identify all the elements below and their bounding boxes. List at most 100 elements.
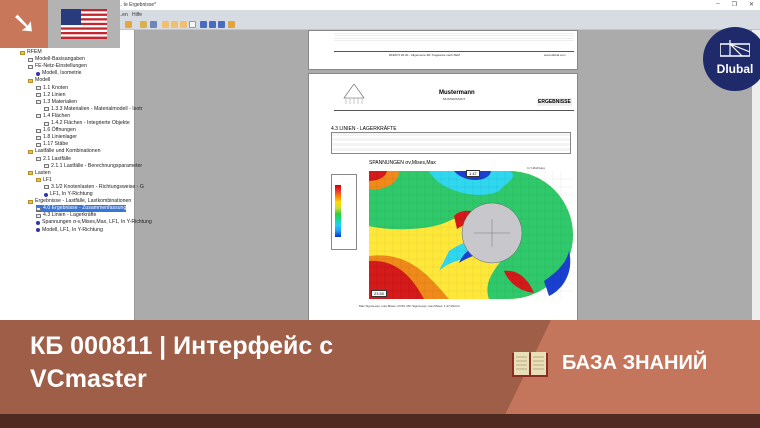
- book-icon: [512, 352, 548, 377]
- tree-item[interactable]: 1.8 Linienlager: [36, 134, 77, 141]
- min-value-label: 23.50: [371, 290, 388, 297]
- category-label: БАЗА ЗНАНИЙ: [562, 352, 708, 374]
- folder-icon: [28, 149, 33, 154]
- company-name: Mustermann: [439, 90, 475, 96]
- model-icon: [36, 71, 40, 76]
- dlubal-bridge-icon: [719, 40, 751, 57]
- tool-icon[interactable]: [125, 21, 132, 28]
- folder-icon: [28, 199, 33, 204]
- tree-item[interactable]: 1.4 Flächen: [36, 113, 70, 120]
- tree-item[interactable]: Modell-Basisangaben: [28, 56, 85, 63]
- tree-item[interactable]: 1.1 Knoten: [36, 85, 68, 92]
- tree-item-label: 2.1.1 Lastfälle - Berechnungsparameter: [51, 162, 143, 169]
- close-button[interactable]: ✕: [749, 1, 754, 8]
- tree-item-label: Modell: [35, 77, 51, 84]
- minimize-button[interactable]: –: [716, 1, 719, 8]
- table-icon: [36, 157, 41, 161]
- company-city: MUSTERSTADT: [443, 97, 466, 101]
- table-icon: [36, 142, 41, 147]
- plot-caption: Max Sigma-eqv.,max,Mises: 23.50, Min Sig…: [359, 304, 461, 308]
- page-icon[interactable]: [171, 21, 178, 28]
- tree-item[interactable]: 1.3 Materialien: [36, 99, 77, 106]
- table-icon: [36, 86, 41, 90]
- dlubal-logo: Dlubal: [703, 27, 760, 91]
- tree-item[interactable]: Modell: [28, 77, 50, 84]
- table-icon: [36, 93, 41, 98]
- table-icon: [44, 121, 49, 126]
- tree-item[interactable]: 1.17 Stäbe: [36, 141, 68, 148]
- tree-item-label: 2.1 Lastfälle: [43, 155, 71, 162]
- direction-label: In Y-Richtung: [527, 166, 545, 170]
- tree-item-label: 1.1 Knoten: [43, 84, 69, 91]
- stress-contour-plot: [369, 171, 574, 299]
- section-heading: SPANNUNGEN σv,Mises,Max: [369, 160, 436, 166]
- tree-item-label: Lastfälle und Kombinationen: [35, 148, 101, 155]
- table-icon: [28, 64, 33, 69]
- tree-item[interactable]: Lasten: [28, 170, 51, 177]
- tree-item[interactable]: 3.1/2 Knotenlasten - Richtungsweise - G: [44, 184, 144, 191]
- link-icon[interactable]: [200, 21, 207, 28]
- table-icon: [44, 185, 49, 190]
- tree-item-label: Modell-Basisangaben: [35, 56, 85, 63]
- article-title: КБ 000811 | Интерфейс с VCmaster: [30, 332, 334, 393]
- page-icon[interactable]: [189, 21, 196, 28]
- folder-icon: [28, 171, 33, 176]
- page-icon[interactable]: [162, 21, 169, 28]
- model-icon: [36, 220, 40, 225]
- page-icon[interactable]: [180, 21, 187, 28]
- tree-item-label: 3.1/2 Knotenlasten - Richtungsweise - G: [51, 183, 144, 190]
- window-title: ... te Ergebnisse*: [118, 2, 157, 8]
- tree-item-label: 1.3.3 Materialien - Materialmodell - Iso…: [51, 105, 143, 112]
- tool-icon[interactable]: [150, 21, 157, 28]
- table-icon: [36, 100, 41, 105]
- select-icon[interactable]: [140, 21, 147, 28]
- tree-item-label: Spannungen σ-v,Mises,Max, LF1, In Y-Rich…: [42, 219, 152, 226]
- tree-item[interactable]: LF1, In Y-Richtung: [44, 191, 93, 198]
- settings-icon[interactable]: [228, 21, 235, 28]
- report-footer: RFEM 5.26.00 - Allgemeine 3D-Tragwerke n…: [389, 53, 460, 57]
- navigator-tree: RFEM Modell-Basisangaben FE-Netz-Einstellu…: [0, 30, 152, 320]
- tree-item-label: 1.6 Öffnungen: [43, 127, 76, 134]
- table-icon: [36, 213, 41, 218]
- folder-icon: [36, 178, 41, 183]
- tree-item[interactable]: 1.2 Linien: [36, 92, 66, 99]
- folder-icon: [20, 50, 25, 55]
- tree-item[interactable]: Modell, Isometrie: [36, 70, 82, 77]
- tree-item-label: 4.3 Linien - Lagerkräfte: [43, 212, 97, 219]
- tree-item[interactable]: FE-Netz-Einstellungen: [28, 63, 87, 70]
- report-page: Mustermann MUSTERSTADT ERGEBNISSE 4.3 LI…: [308, 73, 578, 323]
- tree-item-label: 1.8 Linienlager: [43, 134, 78, 141]
- tree-item[interactable]: 2.1.1 Lastfälle - Berechnungsparameter: [44, 163, 142, 170]
- tree-item[interactable]: 2.1 Lastfälle: [36, 156, 71, 163]
- table-icon: [36, 206, 41, 211]
- tree-item-label: 1.17 Stäbe: [43, 141, 69, 148]
- tree-item[interactable]: 4.3 Linien - Lagerkräfte: [36, 212, 96, 219]
- tree-item[interactable]: Ergebnisse - Lastfälle, Lastkombinatione…: [28, 198, 131, 205]
- table-icon: [28, 57, 33, 62]
- tree-item[interactable]: Spannungen σ-v,Mises,Max, LF1, In Y-Rich…: [36, 219, 152, 226]
- tree-item[interactable]: 1.6 Öffnungen: [36, 127, 76, 134]
- link-icon[interactable]: [209, 21, 216, 28]
- max-value-label: 1.47: [466, 170, 480, 177]
- section-badge: ERGEBNISSE: [537, 98, 572, 106]
- tree-item-label: 1.2 Linien: [43, 91, 66, 98]
- tree-item-label: 1.4 Flächen: [43, 112, 71, 119]
- menu-help[interactable]: Hilfe: [132, 12, 142, 18]
- maximize-button[interactable]: ❐: [732, 1, 737, 8]
- tree-item[interactable]: 1.4.2 Flächen - Integrierte Objekte: [44, 120, 130, 127]
- color-legend: [331, 174, 357, 250]
- tree-item[interactable]: 1.3.3 Materialien - Materialmodell - Iso…: [44, 106, 142, 113]
- us-flag-icon: [61, 9, 107, 39]
- tree-item[interactable]: 4.0 Ergebnisse - Zusammenfassung: [36, 205, 127, 213]
- window-controls: – ❐ ✕: [716, 1, 754, 8]
- link-icon[interactable]: [218, 21, 225, 28]
- divider: [334, 110, 574, 111]
- tree-item-label: FE-Netz-Einstellungen: [35, 63, 87, 70]
- tree-item-label: LF1: [43, 176, 52, 183]
- tree-item-label: Ergebnisse - Lastfälle, Lastkombinatione…: [35, 198, 132, 205]
- tree-item[interactable]: Modell, LF1, In Y-Richtung: [36, 227, 103, 234]
- tree-item[interactable]: RFEM: [20, 49, 42, 56]
- tree-item[interactable]: Lastfälle und Kombinationen: [28, 148, 100, 155]
- table-icon: [36, 128, 41, 133]
- tree-item[interactable]: LF1: [36, 177, 52, 184]
